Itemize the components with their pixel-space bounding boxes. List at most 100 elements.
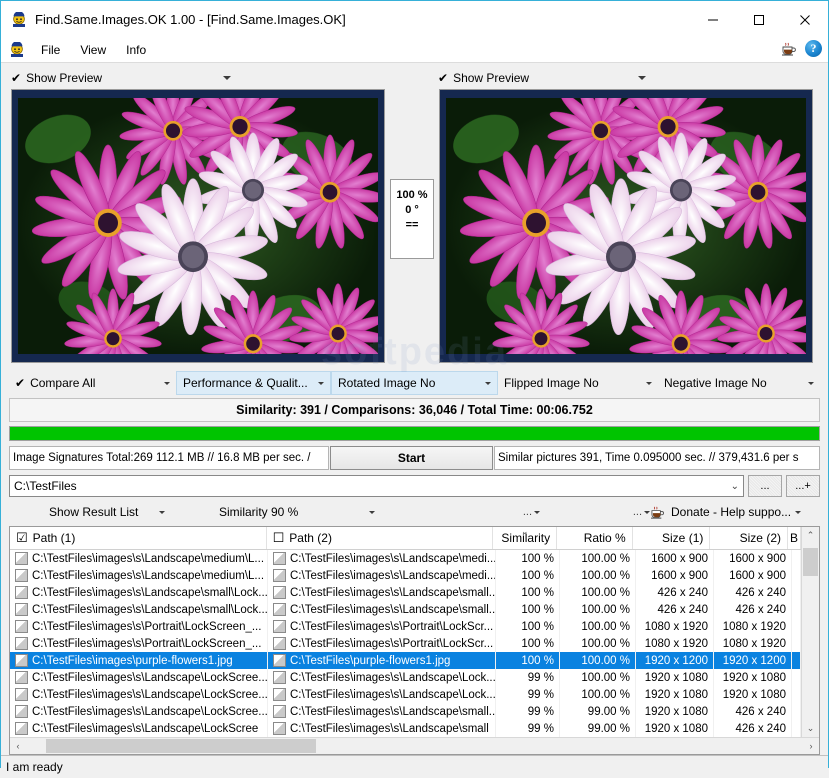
horizontal-scrollbar[interactable]: ‹ ›: [10, 737, 819, 754]
option-performance-quality[interactable]: Performance & Qualit...: [176, 371, 331, 395]
column-header-path1[interactable]: ☑ Path (1): [10, 527, 267, 549]
cell-size2: 1920 x 1080: [714, 669, 792, 686]
coffee-cup-icon[interactable]: [781, 41, 799, 57]
column-header-size1[interactable]: Size (1): [633, 527, 711, 549]
cell-path1-text: C:\TestFiles\images\s\Portrait\LockScree…: [32, 621, 261, 633]
cell-b: [792, 703, 801, 720]
menu-item-file[interactable]: File: [31, 41, 70, 59]
option-performance-quality-label: Performance & Qualit...: [183, 376, 308, 390]
similarity-banner: Similarity: 391 / Comparisons: 36,046 / …: [9, 398, 820, 422]
extra-menu-2[interactable]: ...: [540, 506, 650, 518]
chevron-down-icon: [646, 382, 652, 385]
vertical-scrollbar[interactable]: ⌃ ⌄: [801, 527, 819, 737]
cell-ratio: 100.00 %: [560, 601, 636, 618]
stats-row: Image Signatures Total:269 112.1 MB // 1…: [9, 446, 820, 470]
column-header-size1-label: Size (1): [662, 531, 703, 545]
column-header-similarity[interactable]: ⌄ Similarity: [493, 527, 557, 549]
preview-image-left[interactable]: [11, 89, 385, 363]
extra-menu-1[interactable]: ...: [429, 506, 540, 518]
flower-photo-left: [18, 98, 378, 354]
show-preview-left-dropdown[interactable]: [223, 67, 383, 89]
path-input[interactable]: C:\TestFiles ⌄: [9, 475, 744, 497]
options-strip: ✔Compare All Performance & Qualit... Rot…: [9, 371, 820, 395]
close-button[interactable]: [782, 1, 828, 38]
table-row[interactable]: C:\TestFiles\images\s\Landscape\LockScre…: [10, 669, 801, 686]
checkbox-path2[interactable]: ☐: [273, 530, 285, 546]
horizontal-scroll-track[interactable]: [26, 738, 803, 754]
scroll-down-button[interactable]: ⌄: [802, 720, 819, 737]
menu-item-info[interactable]: Info: [116, 41, 156, 59]
browse-folder-button[interactable]: ...: [748, 475, 782, 497]
cell-path1-text: C:\TestFiles\images\purple-flowers1.jpg: [32, 655, 233, 667]
table-row[interactable]: C:\TestFiles\images\s\Landscape\LockScre…: [10, 720, 801, 737]
cell-path1: C:\TestFiles\images\s\Portrait\LockScree…: [10, 635, 268, 652]
thumbnail-icon: [273, 603, 286, 616]
table-row[interactable]: C:\TestFiles\images\s\Portrait\LockScree…: [10, 635, 801, 652]
add-folder-button[interactable]: ...+: [786, 475, 820, 497]
vertical-scroll-track[interactable]: [802, 544, 819, 720]
cell-path2-text: C:\TestFiles\images\s\Portrait\LockScr..…: [290, 621, 493, 633]
cell-size2: 1920 x 1080: [714, 686, 792, 703]
table-row[interactable]: C:\TestFiles\images\s\Landscape\LockScre…: [10, 686, 801, 703]
cell-path2-text: C:\TestFiles\images\s\Landscape\small...: [290, 587, 496, 599]
chevron-down-icon[interactable]: ⌄: [731, 481, 739, 492]
option-flipped-image[interactable]: Flipped Image No: [498, 371, 658, 395]
column-header-path2[interactable]: ☐ Path (2): [267, 527, 494, 549]
column-header-size2[interactable]: Size (2): [710, 527, 788, 549]
cell-size1: 426 x 240: [636, 584, 714, 601]
option-negative-image[interactable]: Negative Image No: [658, 371, 820, 395]
similarity-threshold-option[interactable]: Similarity 90 %: [219, 505, 369, 519]
cell-path1-text: C:\TestFiles\images\s\Portrait\LockScree…: [32, 638, 261, 650]
option-negative-image-label: Negative Image No: [664, 376, 767, 390]
table-row[interactable]: C:\TestFiles\images\s\Landscape\medium\L…: [10, 567, 801, 584]
show-result-list-dropdown[interactable]: [159, 511, 219, 514]
vertical-scroll-thumb[interactable]: [803, 548, 818, 576]
scroll-up-button[interactable]: ⌃: [802, 527, 819, 544]
table-row[interactable]: C:\TestFiles\images\s\Landscape\small\Lo…: [10, 601, 801, 618]
menu-app-icon: [9, 42, 25, 58]
cell-size2: 1600 x 900: [714, 550, 792, 567]
chevron-down-icon: [369, 511, 375, 514]
similarity-threshold-dropdown[interactable]: [369, 511, 429, 514]
show-preview-left-toggle[interactable]: ✔ Show Preview: [11, 67, 223, 89]
table-inner: ☑ Path (1) ☐ Path (2) ⌄ Similarity Rat: [10, 527, 819, 737]
column-header-b[interactable]: B: [788, 527, 801, 549]
table-row[interactable]: C:\TestFiles\images\s\Portrait\LockScree…: [10, 618, 801, 635]
start-button[interactable]: Start: [330, 446, 493, 470]
option-rotated-image[interactable]: Rotated Image No: [331, 371, 498, 395]
application-window: Find.Same.Images.OK 1.00 - [Find.Same.Im…: [0, 0, 829, 768]
thumbnail-icon: [15, 603, 28, 616]
horizontal-scroll-thumb[interactable]: [46, 739, 316, 753]
table-body: C:\TestFiles\images\s\Landscape\medium\L…: [10, 550, 801, 737]
table-row[interactable]: C:\TestFiles\images\s\Landscape\LockScre…: [10, 703, 801, 720]
table-row[interactable]: C:\TestFiles\images\s\Landscape\medium\L…: [10, 550, 801, 567]
column-header-path2-label: Path (2): [289, 531, 332, 545]
table-row[interactable]: C:\TestFiles\images\s\Landscape\small\Lo…: [10, 584, 801, 601]
donate-button[interactable]: Donate - Help suppo...: [650, 505, 820, 520]
scroll-left-button[interactable]: ‹: [10, 738, 26, 754]
rotation-value: 0 °: [405, 203, 419, 218]
menu-item-view[interactable]: View: [70, 41, 116, 59]
scroll-right-button[interactable]: ›: [803, 738, 819, 754]
preview-image-right[interactable]: [439, 89, 813, 363]
checkbox-path1[interactable]: ☑: [16, 530, 28, 546]
cell-size2: 1080 x 1920: [714, 618, 792, 635]
window-title: Find.Same.Images.OK 1.00 - [Find.Same.Im…: [35, 12, 346, 27]
column-header-b-label: B: [790, 531, 798, 545]
table-row[interactable]: C:\TestFiles\images\purple-flowers1.jpgC…: [10, 652, 801, 669]
cell-path1: C:\TestFiles\images\s\Landscape\LockScre…: [10, 686, 268, 703]
coffee-cup-icon: [650, 505, 667, 520]
show-result-list-option[interactable]: Show Result List: [9, 505, 159, 519]
cell-ratio: 100.00 %: [560, 635, 636, 652]
maximize-button[interactable]: [736, 1, 782, 38]
show-preview-right-dropdown[interactable]: [638, 67, 828, 89]
show-result-list-label: Show Result List: [49, 505, 138, 519]
chevron-down-icon: [159, 511, 165, 514]
thumbnail-icon: [15, 671, 28, 684]
option-compare-all[interactable]: ✔Compare All: [9, 371, 176, 395]
column-header-ratio[interactable]: Ratio %: [557, 527, 633, 549]
help-icon[interactable]: ?: [805, 40, 822, 57]
minimize-button[interactable]: [690, 1, 736, 38]
cell-similarity: 100 %: [496, 567, 560, 584]
show-preview-right-toggle[interactable]: ✔ Show Preview: [438, 67, 638, 89]
